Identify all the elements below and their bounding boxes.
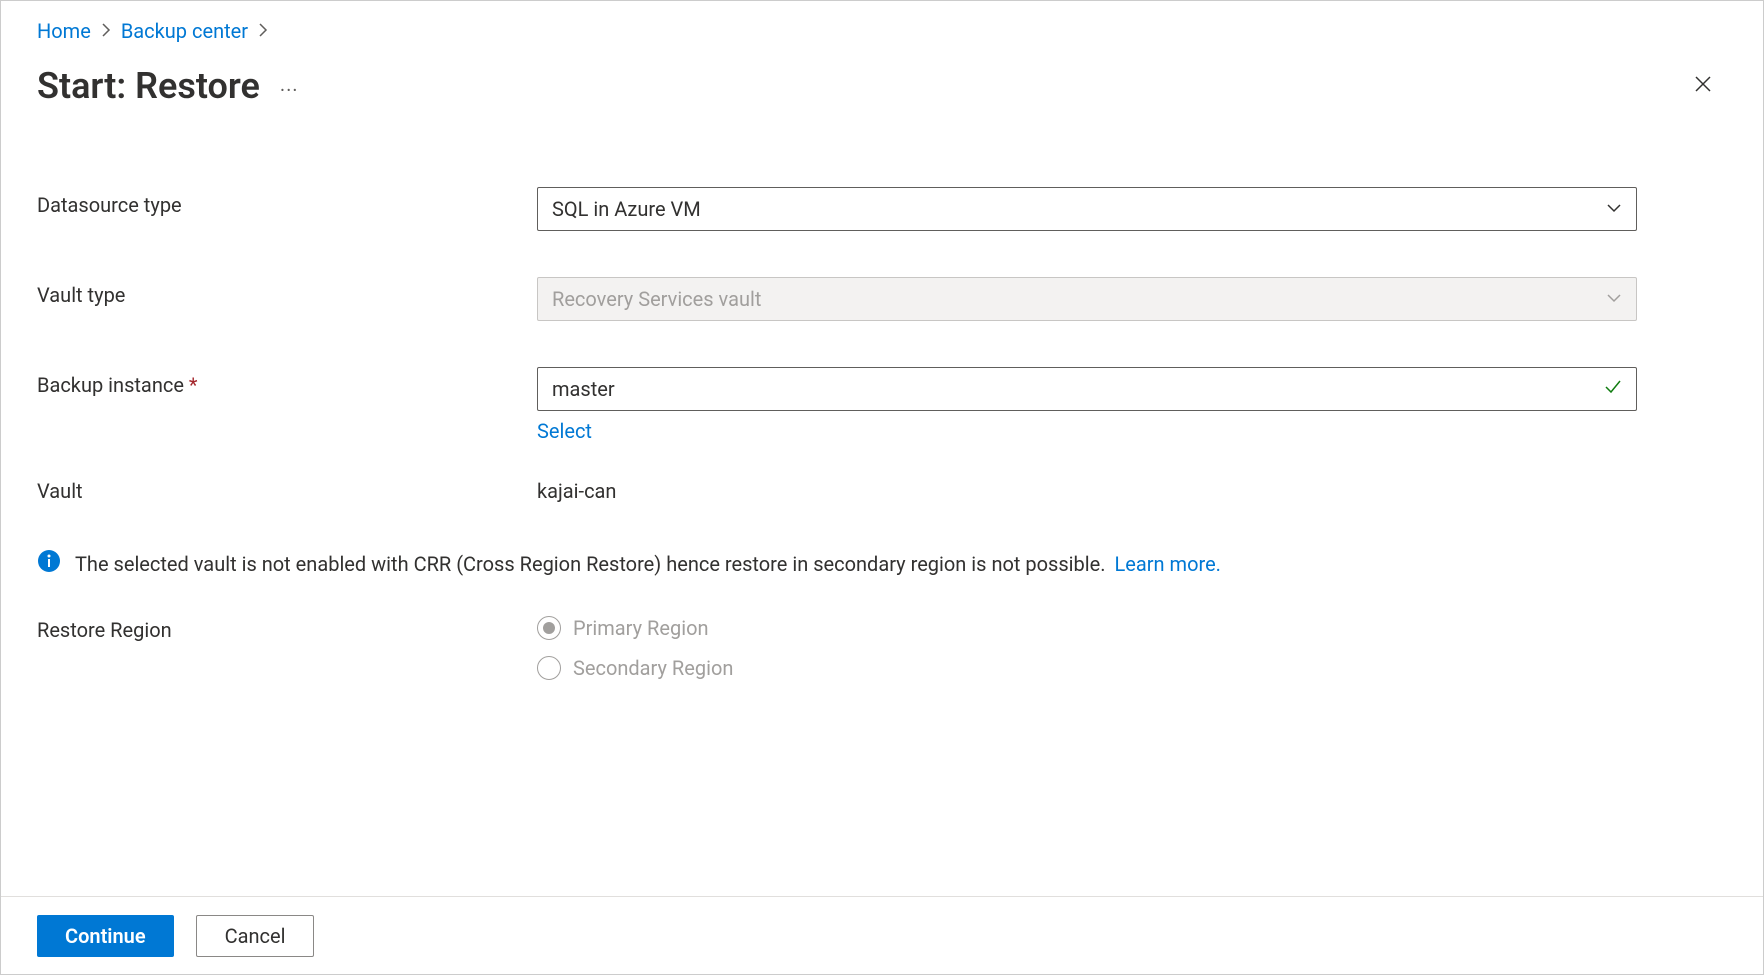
radio-primary-label: Primary Region: [573, 616, 709, 640]
page-title: Start: Restore: [37, 65, 260, 107]
vault-type-value: Recovery Services vault: [552, 287, 761, 311]
radio-secondary-label: Secondary Region: [573, 656, 733, 680]
backup-instance-input[interactable]: master: [537, 367, 1637, 411]
backup-instance-value: master: [552, 377, 615, 401]
chevron-down-icon: [1606, 197, 1622, 221]
vault-type-label: Vault type: [37, 277, 537, 307]
chevron-down-icon: [1606, 287, 1622, 311]
close-icon[interactable]: [1687, 68, 1719, 105]
chevron-right-icon: [101, 22, 111, 41]
datasource-type-value: SQL in Azure VM: [552, 197, 701, 221]
continue-button[interactable]: Continue: [37, 915, 174, 957]
radio-primary-region: Primary Region: [537, 616, 1637, 640]
backup-instance-label: Backup instance *: [37, 367, 537, 397]
datasource-type-label: Datasource type: [37, 187, 537, 217]
checkmark-icon: [1604, 377, 1622, 401]
vault-value: kajai-can: [537, 473, 1637, 503]
info-icon: [37, 549, 61, 578]
vault-label: Vault: [37, 473, 537, 503]
info-banner: The selected vault is not enabled with C…: [37, 549, 1727, 578]
cancel-button[interactable]: Cancel: [196, 915, 315, 957]
datasource-type-select[interactable]: SQL in Azure VM: [537, 187, 1637, 231]
radio-secondary-region: Secondary Region: [537, 656, 1637, 680]
vault-type-select: Recovery Services vault: [537, 277, 1637, 321]
radio-icon: [537, 616, 561, 640]
more-actions-icon[interactable]: ···: [280, 70, 299, 102]
radio-icon: [537, 656, 561, 680]
footer: Continue Cancel: [1, 896, 1763, 974]
restore-region-label: Restore Region: [37, 612, 537, 642]
breadcrumb: Home Backup center: [37, 19, 1727, 43]
learn-more-link[interactable]: Learn more.: [1115, 552, 1221, 576]
select-backup-instance-link[interactable]: Select: [537, 419, 592, 443]
info-message: The selected vault is not enabled with C…: [75, 552, 1106, 576]
breadcrumb-backup-center[interactable]: Backup center: [121, 19, 248, 43]
breadcrumb-home[interactable]: Home: [37, 19, 91, 43]
chevron-right-icon: [258, 22, 268, 41]
